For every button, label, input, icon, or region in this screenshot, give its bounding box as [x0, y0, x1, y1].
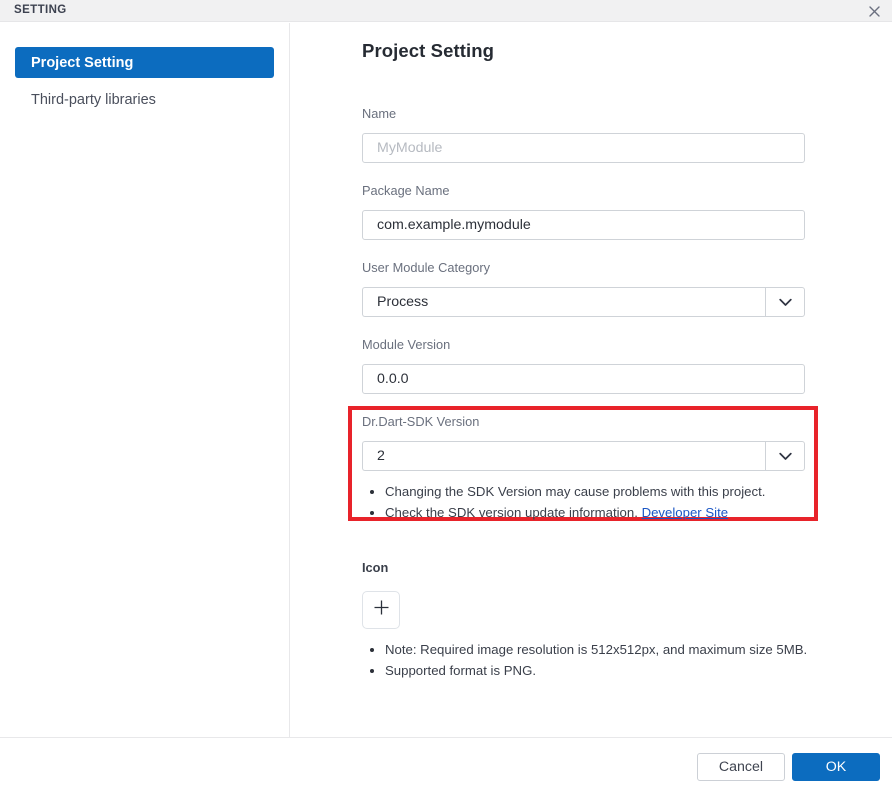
sidebar-item-project-setting[interactable]: Project Setting	[15, 47, 274, 78]
add-icon-button[interactable]	[362, 591, 400, 629]
page-title: Project Setting	[362, 40, 495, 61]
close-icon[interactable]	[864, 2, 884, 20]
name-label: Name	[362, 106, 397, 121]
module-version-input[interactable]: 0.0.0	[362, 364, 805, 394]
user-module-category-label: User Module Category	[362, 260, 491, 275]
package-name-input[interactable]: com.example.mymodule	[362, 210, 805, 240]
dialog-footer: Cancel OK	[0, 737, 892, 787]
sdk-note-text: Changing the SDK Version may cause probl…	[385, 484, 766, 499]
package-name-label: Package Name	[362, 183, 450, 198]
sidebar: Project Setting Third-party libraries	[0, 23, 290, 737]
icon-note-text: Note: Required image resolution is 512x5…	[385, 642, 808, 657]
icon-label: Icon	[362, 560, 389, 575]
chevron-down-icon[interactable]	[765, 287, 805, 317]
sidebar-item-label: Project Setting	[31, 54, 134, 71]
sidebar-item-third-party-libraries[interactable]: Third-party libraries	[15, 84, 274, 115]
sdk-note-text: Check the SDK version update information…	[385, 505, 638, 520]
ok-button[interactable]: OK	[792, 753, 880, 781]
plus-icon	[373, 599, 390, 621]
sdk-version-value: 2	[362, 441, 765, 471]
user-module-category-select[interactable]: Process	[362, 287, 805, 317]
settings-content: Project Setting Name MyModule Package Na…	[291, 23, 892, 737]
list-item: Note: Required image resolution is 512x5…	[385, 639, 837, 660]
dialog-title: SETTING	[14, 4, 67, 16]
dialog-titlebar: SETTING	[0, 0, 892, 22]
sdk-version-select[interactable]: 2	[362, 441, 805, 471]
list-item: Supported format is PNG.	[385, 660, 837, 681]
developer-site-link[interactable]: Developer Site	[642, 505, 729, 520]
chevron-down-icon[interactable]	[765, 441, 805, 471]
sdk-version-notes: Changing the SDK Version may cause probl…	[367, 481, 817, 523]
icon-notes: Note: Required image resolution is 512x5…	[367, 639, 837, 681]
list-item: Check the SDK version update information…	[385, 502, 817, 523]
name-input[interactable]: MyModule	[362, 133, 805, 163]
user-module-category-value: Process	[362, 287, 765, 317]
settings-dialog: SETTING Project Setting Third-party libr…	[0, 0, 892, 787]
list-item: Changing the SDK Version may cause probl…	[385, 481, 817, 502]
icon-note-text: Supported format is PNG.	[385, 663, 536, 678]
sdk-version-label: Dr.Dart-SDK Version	[362, 414, 480, 429]
sidebar-item-label: Third-party libraries	[31, 91, 156, 108]
cancel-button[interactable]: Cancel	[697, 753, 785, 781]
module-version-label: Module Version	[362, 337, 451, 352]
